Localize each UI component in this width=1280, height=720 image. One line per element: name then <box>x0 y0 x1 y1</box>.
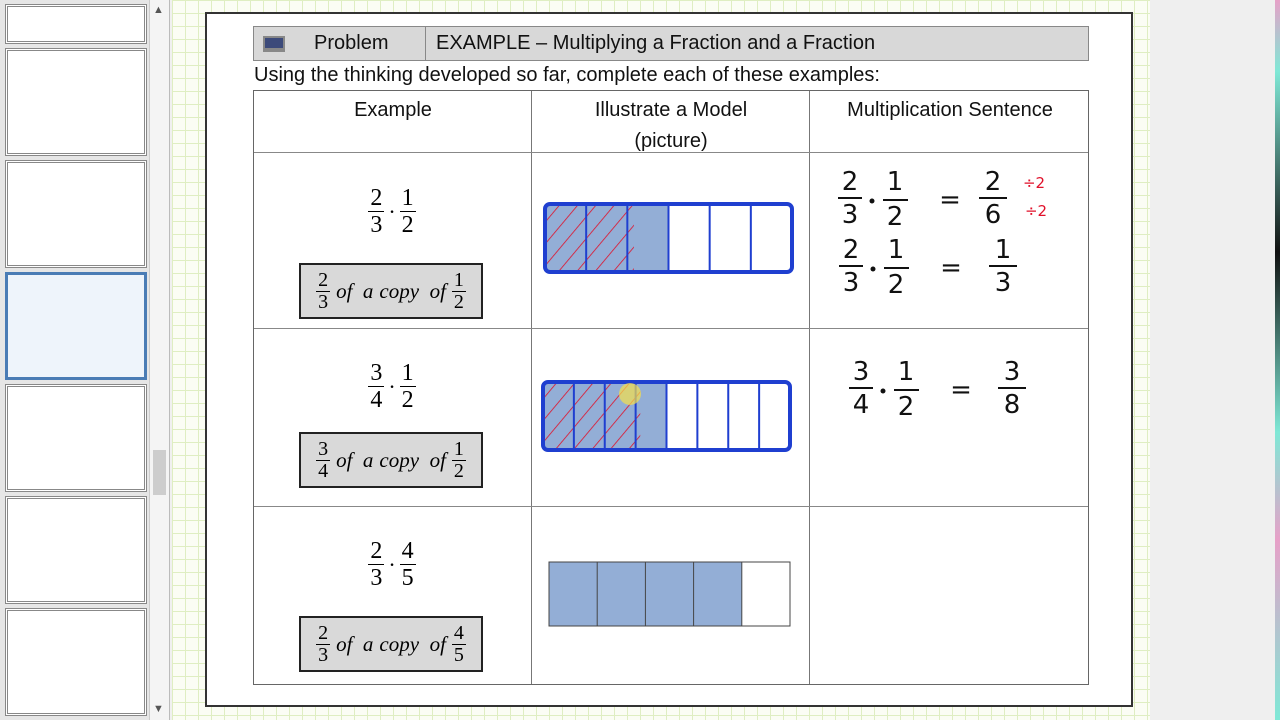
problem-title: EXAMPLE – Multiplying a Fraction and a F… <box>436 32 876 54</box>
product-expression: 3 4 · 1 2 <box>368 360 416 413</box>
of-a-copy-of-box: 23 of a copy of 45 <box>299 616 483 672</box>
column-header-example: Example <box>354 99 432 121</box>
fraction: 23 <box>368 185 385 238</box>
window-edge-strip <box>1275 0 1280 720</box>
instruction-text: Using the thinking developed so far, com… <box>254 64 880 86</box>
product-expression: 2 3 · 1 2 <box>368 185 416 238</box>
thumbnail-page-2[interactable] <box>5 48 147 156</box>
computer-icon <box>254 27 294 60</box>
example-row: 2 3 · 1 2 23 of a copy of 12 <box>253 185 531 335</box>
thumbnail-page-1[interactable] <box>5 4 147 44</box>
thumbnail-page-3[interactable] <box>5 160 147 268</box>
right-margin <box>1150 0 1275 720</box>
thumbnail-page-4-selected[interactable] <box>5 272 147 380</box>
scroll-up-icon[interactable]: ▲ <box>153 4 164 16</box>
column-header-sentence: Multiplication Sentence <box>847 99 1053 121</box>
fraction: 12 <box>399 360 416 413</box>
thumbnail-page-5[interactable] <box>5 384 147 492</box>
fraction: 23 <box>368 538 385 591</box>
scrollbar-thumb[interactable] <box>153 450 166 495</box>
example-row: 2 3 · 4 5 23 of a copy of 45 <box>253 538 531 688</box>
column-header-model: Illustrate a Model (picture) <box>594 99 748 152</box>
of-a-copy-of-box: 23 of a copy of 12 <box>299 263 483 319</box>
problem-header: Problem EXAMPLE – Multiplying a Fraction… <box>253 26 1089 61</box>
thumbnail-page-7[interactable] <box>5 608 147 716</box>
page-thumbnails-panel: ▲ ▼ <box>0 0 170 720</box>
thumbnail-scrollbar[interactable]: ▲ ▼ <box>149 0 169 720</box>
scroll-down-icon[interactable]: ▼ <box>153 703 164 715</box>
fraction: 45 <box>399 538 416 591</box>
product-expression: 2 3 · 4 5 <box>368 538 416 591</box>
fraction: 34 <box>368 360 385 413</box>
fraction: 12 <box>399 185 416 238</box>
example-row: 3 4 · 1 2 34 of a copy of 12 <box>253 360 531 510</box>
of-a-copy-of-box: 34 of a copy of 12 <box>299 432 483 488</box>
problem-label: Problem <box>294 27 426 60</box>
thumbnail-page-6[interactable] <box>5 496 147 604</box>
